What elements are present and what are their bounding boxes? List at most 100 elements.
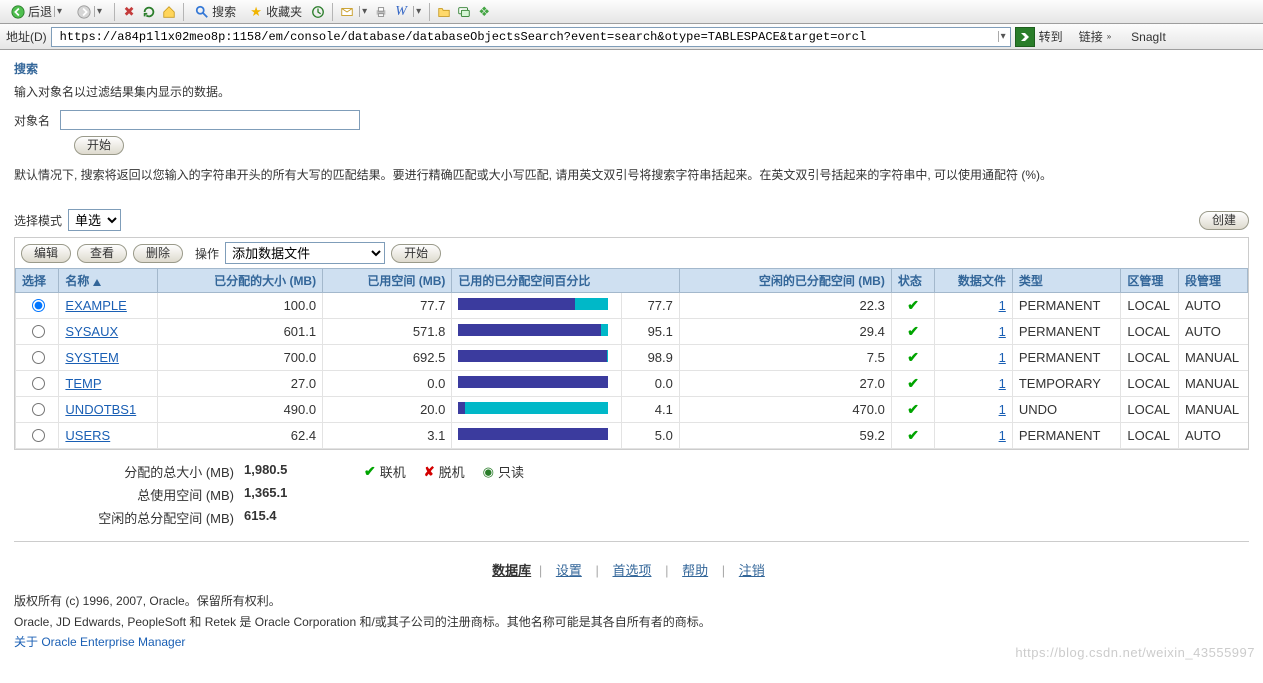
create-button[interactable]: 创建 — [1199, 211, 1249, 230]
cell-seg: AUTO — [1178, 319, 1247, 345]
url-input[interactable] — [58, 29, 990, 45]
go-label: 转到 — [1039, 28, 1063, 45]
footer-help[interactable]: 帮助 — [682, 563, 708, 578]
th-free[interactable]: 空闲的已分配空间 (MB) — [679, 269, 891, 293]
snagit-label: SnagIt — [1131, 30, 1166, 44]
cell-seg: MANUAL — [1178, 371, 1247, 397]
cell-type: PERMANENT — [1012, 345, 1121, 371]
discuss-icon[interactable] — [456, 4, 472, 20]
refresh-icon[interactable] — [141, 4, 157, 20]
datafiles-link[interactable]: 1 — [999, 402, 1006, 417]
datafiles-link[interactable]: 1 — [999, 350, 1006, 365]
cell-free: 22.3 — [679, 293, 891, 319]
back-button[interactable]: 后退 ▾ — [6, 3, 68, 20]
datafiles-link[interactable]: 1 — [999, 298, 1006, 313]
search-start-button[interactable]: 开始 — [74, 136, 124, 155]
tablespace-link[interactable]: EXAMPLE — [65, 298, 126, 313]
cell-ext: LOCAL — [1121, 319, 1179, 345]
footer-database[interactable]: 数据库 — [492, 563, 531, 578]
cell-free: 59.2 — [679, 423, 891, 449]
table-row: SYSTEM700.0692.598.97.5✔1PERMANENTLOCALM… — [16, 345, 1248, 371]
cell-free: 7.5 — [679, 345, 891, 371]
row-radio[interactable] — [32, 299, 45, 312]
url-dropdown-icon[interactable]: ▾ — [998, 31, 1008, 42]
cell-free: 27.0 — [679, 371, 891, 397]
row-radio[interactable] — [32, 325, 45, 338]
edit-dropdown-icon[interactable]: ▾ — [413, 6, 423, 17]
footer-prefs[interactable]: 首选项 — [612, 563, 651, 578]
print-icon[interactable] — [373, 4, 389, 20]
search-icon — [194, 4, 210, 20]
forward-button[interactable]: ▾ — [72, 4, 108, 20]
cell-status: ✔ — [891, 345, 934, 371]
cell-status: ✔ — [891, 397, 934, 423]
object-name-label: 对象名 — [14, 112, 50, 129]
select-mode[interactable]: 单选 — [68, 209, 121, 231]
edit-icon[interactable]: W — [393, 4, 409, 20]
back-dropdown-icon[interactable]: ▾ — [54, 6, 64, 17]
delete-button[interactable]: 删除 — [133, 244, 183, 263]
th-status[interactable]: 状态 — [891, 269, 934, 293]
back-label: 后退 — [28, 3, 52, 20]
stop-icon[interactable]: ✖ — [121, 4, 137, 20]
footer-logout[interactable]: 注销 — [739, 563, 765, 578]
th-ext[interactable]: 区管理 — [1121, 269, 1179, 293]
row-radio[interactable] — [32, 429, 45, 442]
cross-icon: ✘ — [424, 464, 435, 480]
th-seg[interactable]: 段管理 — [1178, 269, 1247, 293]
th-datafiles[interactable]: 数据文件 — [935, 269, 1013, 293]
tablespace-link[interactable]: TEMP — [65, 376, 101, 391]
mail-icon[interactable] — [339, 4, 355, 20]
tablespace-link[interactable]: SYSTEM — [65, 350, 118, 365]
cell-pct: 77.7 — [622, 293, 679, 319]
check-icon: ✔ — [907, 297, 919, 313]
progress-bar — [458, 402, 608, 414]
forward-dropdown-icon[interactable]: ▾ — [94, 6, 104, 17]
check-icon: ✔ — [907, 401, 919, 417]
about-link[interactable]: 关于 Oracle Enterprise Manager — [14, 635, 185, 649]
address-label: 地址(D) — [6, 28, 47, 45]
cell-ext: LOCAL — [1121, 345, 1179, 371]
cell-used: 77.7 — [323, 293, 452, 319]
th-pctbar[interactable]: 已用的已分配空间百分比 — [452, 269, 680, 293]
row-radio[interactable] — [32, 351, 45, 364]
cell-allocated: 100.0 — [157, 293, 322, 319]
home-icon[interactable] — [161, 4, 177, 20]
table-row: EXAMPLE100.077.777.722.3✔1PERMANENTLOCAL… — [16, 293, 1248, 319]
messenger-icon[interactable]: ❖ — [476, 4, 492, 20]
datafiles-link[interactable]: 1 — [999, 324, 1006, 339]
object-name-input[interactable] — [60, 110, 360, 130]
cell-seg: AUTO — [1178, 423, 1247, 449]
search-button[interactable]: 搜索 — [190, 3, 240, 20]
th-select: 选择 — [16, 269, 59, 293]
datafiles-link[interactable]: 1 — [999, 428, 1006, 443]
check-icon: ✔ — [907, 375, 919, 391]
tablespace-link[interactable]: SYSAUX — [65, 324, 118, 339]
action-start-button[interactable]: 开始 — [391, 244, 441, 263]
th-name[interactable]: 名称 — [59, 269, 157, 293]
footer-settings[interactable]: 设置 — [556, 563, 582, 578]
view-button[interactable]: 查看 — [77, 244, 127, 263]
cell-free: 29.4 — [679, 319, 891, 345]
tablespace-link[interactable]: UNDOTBS1 — [65, 402, 136, 417]
th-type[interactable]: 类型 — [1012, 269, 1121, 293]
tablespace-grid: 编辑 查看 删除 操作 添加数据文件 开始 选择 名称 已分配的大小 (MB) … — [14, 237, 1249, 450]
readonly-icon: ◉ — [483, 464, 494, 480]
history-icon[interactable] — [310, 4, 326, 20]
table-row: UNDOTBS1490.020.04.1470.0✔1UNDOLOCALMANU… — [16, 397, 1248, 423]
action-select[interactable]: 添加数据文件 — [225, 242, 385, 264]
th-used[interactable]: 已用空间 (MB) — [323, 269, 452, 293]
tablespace-link[interactable]: USERS — [65, 428, 110, 443]
datafiles-link[interactable]: 1 — [999, 376, 1006, 391]
favorites-button[interactable]: ★ 收藏夹 — [244, 3, 306, 20]
mail-dropdown-icon[interactable]: ▾ — [359, 6, 369, 17]
go-button[interactable] — [1015, 27, 1035, 47]
row-radio[interactable] — [32, 377, 45, 390]
links-label[interactable]: 链接 — [1079, 28, 1103, 45]
th-allocated[interactable]: 已分配的大小 (MB) — [157, 269, 322, 293]
edit-button[interactable]: 编辑 — [21, 244, 71, 263]
address-input-wrap[interactable]: ▾ — [51, 27, 1011, 47]
check-icon: ✔ — [907, 323, 919, 339]
folder-icon[interactable] — [436, 4, 452, 20]
row-radio[interactable] — [32, 403, 45, 416]
